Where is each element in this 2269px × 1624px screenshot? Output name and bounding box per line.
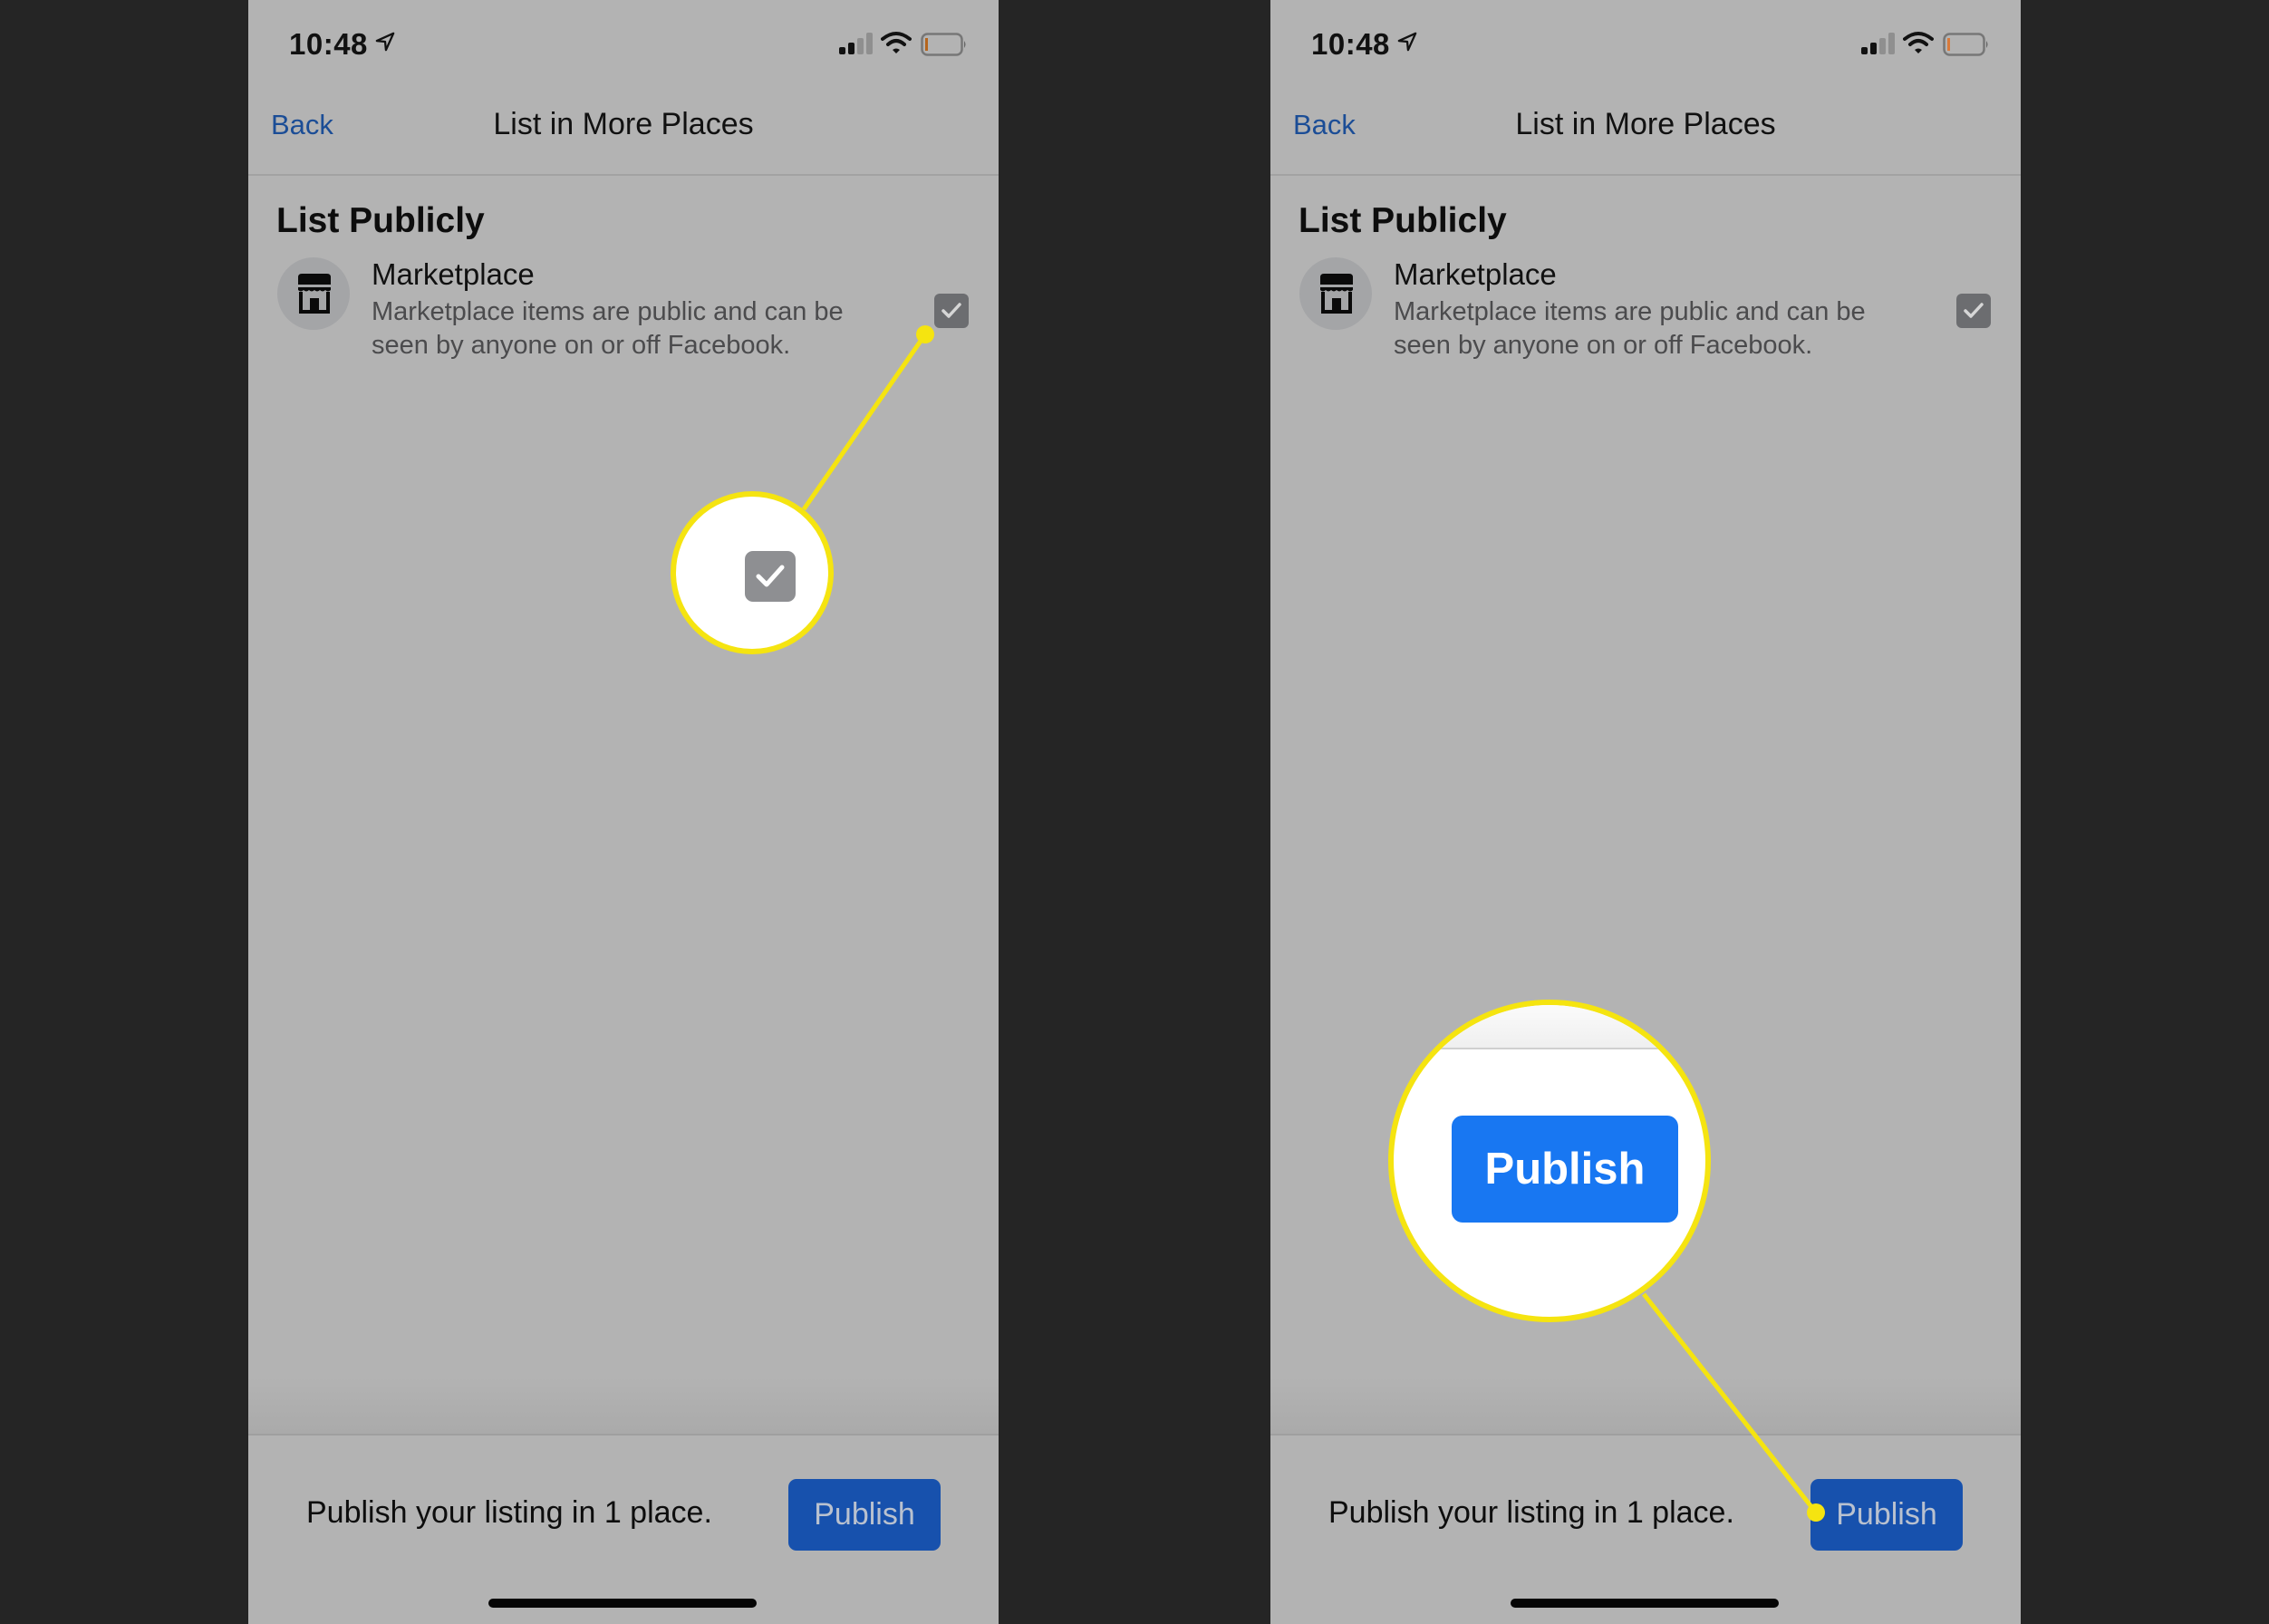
phone-screen-right: 10:48 Back List in More Places List Publ… [1270, 0, 2021, 1624]
signal-icon [839, 33, 873, 54]
home-indicator[interactable] [1511, 1599, 1779, 1608]
storefront-icon [1320, 274, 1353, 314]
magnified-publish-button: Publish [1452, 1116, 1678, 1223]
marketplace-avatar [1299, 257, 1372, 330]
bottom-shade [1270, 1378, 2021, 1434]
location-arrow-icon [1397, 32, 1417, 52]
footer-divider [1270, 1434, 2021, 1436]
page-title: List in More Places [1515, 107, 1776, 141]
magnified-divider [1394, 1005, 1705, 1049]
checkmark-icon [756, 565, 785, 587]
status-time: 10:48 [289, 27, 368, 61]
home-indicator[interactable] [488, 1599, 757, 1608]
footer-divider [248, 1434, 999, 1436]
section-title: List Publicly [276, 201, 485, 240]
publish-summary: Publish your listing in 1 place. [1328, 1495, 1734, 1530]
section-title: List Publicly [1299, 201, 1507, 240]
bottom-shade [248, 1378, 999, 1434]
wifi-icon [881, 32, 912, 53]
callout-magnifier-checkbox [671, 491, 834, 654]
marketplace-checkbox[interactable] [934, 294, 969, 328]
marketplace-avatar [277, 257, 350, 330]
wifi-icon [1903, 32, 1934, 53]
publish-summary: Publish your listing in 1 place. [306, 1495, 712, 1530]
header-divider [1270, 174, 2021, 176]
battery-icon [1943, 33, 1988, 56]
option-description: Marketplace items are public and can be … [1394, 297, 1866, 360]
phone-screen-left: 10:48 Back List in More Places List Publ… [248, 0, 999, 1624]
option-title: Marketplace [372, 257, 535, 291]
location-arrow-icon [375, 32, 395, 52]
publish-button[interactable]: Publish [788, 1479, 941, 1551]
status-time: 10:48 [1311, 27, 1390, 61]
battery-icon [921, 33, 966, 56]
magnified-checkbox [745, 551, 796, 602]
checkmark-icon [941, 303, 961, 318]
storefront-icon [298, 274, 331, 314]
publish-button[interactable]: Publish [1810, 1479, 1963, 1551]
checkmark-icon [1964, 303, 1984, 318]
option-description: Marketplace items are public and can be … [372, 297, 844, 360]
callout-magnifier-publish: Publish [1388, 1000, 1711, 1322]
signal-icon [1861, 33, 1895, 54]
marketplace-checkbox[interactable] [1956, 294, 1991, 328]
option-title: Marketplace [1394, 257, 1557, 291]
page-title: List in More Places [493, 107, 754, 141]
header-divider [248, 174, 999, 176]
